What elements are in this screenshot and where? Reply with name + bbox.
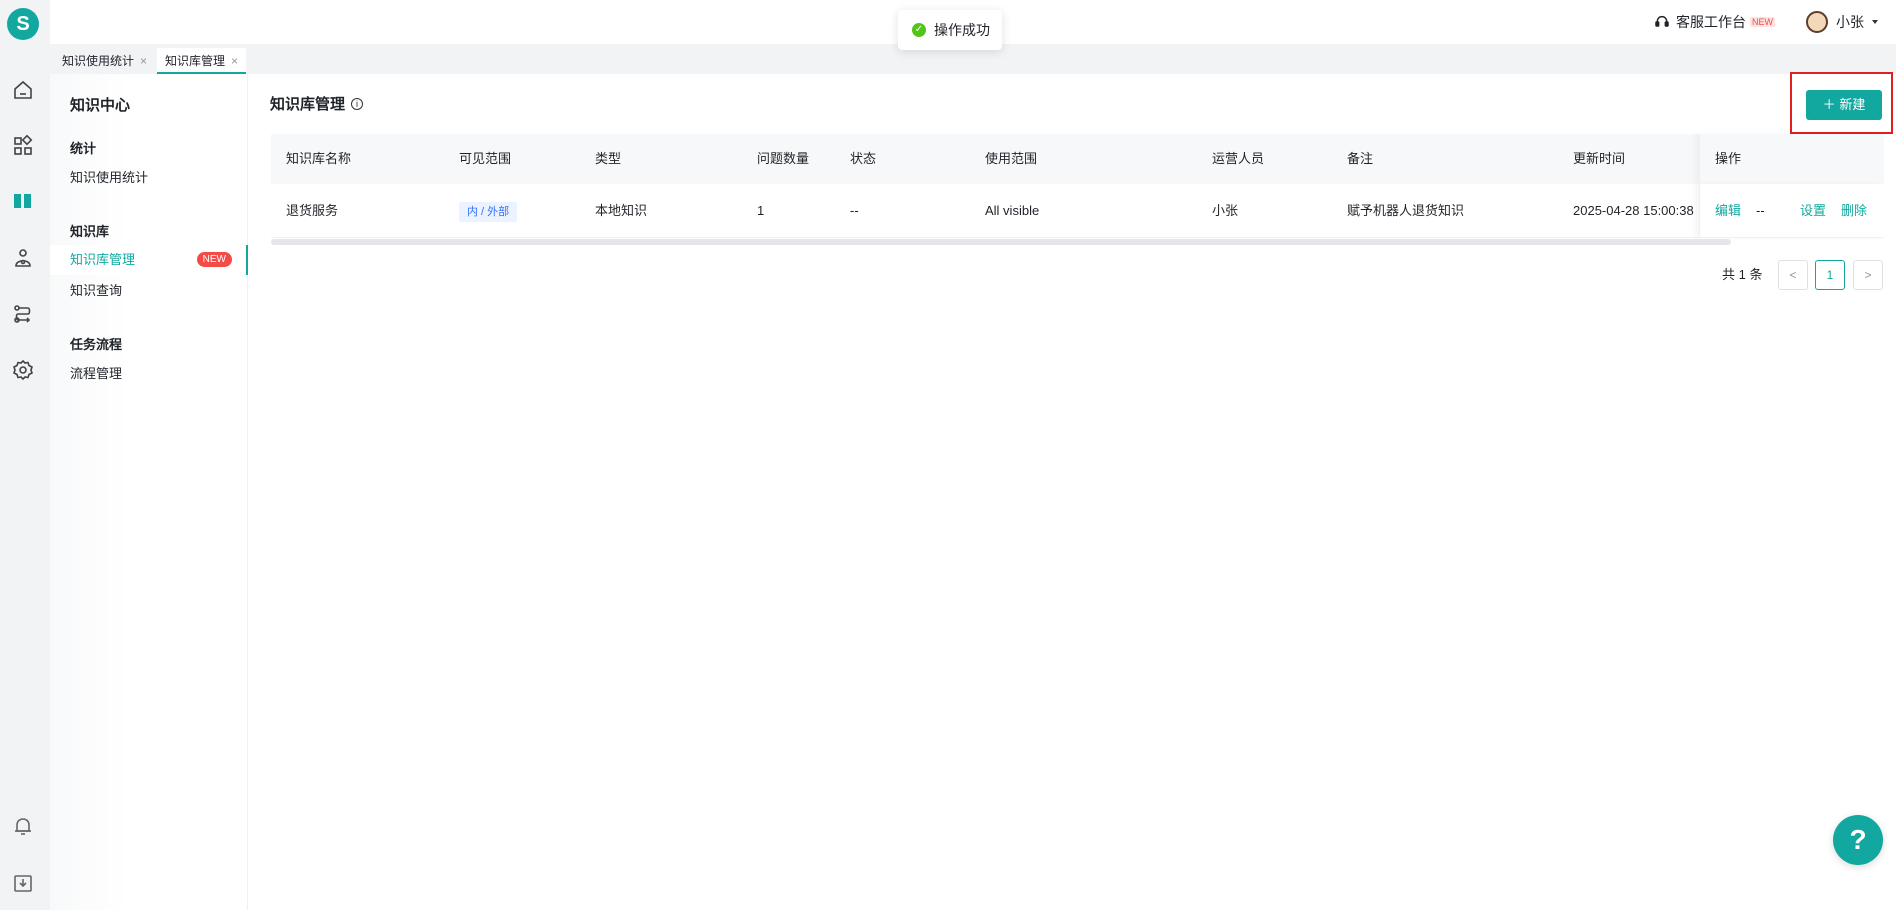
cell-visibility: 内 / 外部 <box>459 184 518 238</box>
sidebar-item-knowledge-base-manage[interactable]: 知识库管理 NEW <box>50 245 248 275</box>
horizontal-scrollbar[interactable] <box>271 239 1731 245</box>
action-dash: -- <box>1756 203 1765 218</box>
home-icon[interactable] <box>11 78 35 102</box>
col-header-actions: 操作 <box>1715 151 1742 166</box>
sidebar-item-label: 知识查询 <box>70 283 123 298</box>
cell-type: 本地知识 <box>595 203 648 218</box>
app-logo: S <box>7 8 39 40</box>
cell-usage-scope: All visible <box>985 203 1040 218</box>
tab-knowledge-stats[interactable]: 知识使用统计 × <box>54 48 156 74</box>
col-header-name: 知识库名称 <box>286 151 352 166</box>
close-icon[interactable]: × <box>231 54 238 68</box>
col-header-question-count: 问题数量 <box>757 151 810 166</box>
cell-remark: 赋予机器人退货知识 <box>1347 203 1465 218</box>
cs-workbench-label: 客服工作台 <box>1676 14 1746 30</box>
tab-label: 知识库管理 <box>165 54 226 68</box>
col-header-remark: 备注 <box>1347 151 1374 166</box>
sidebar-item-knowledge-query[interactable]: 知识查询 <box>50 276 248 306</box>
flow-icon[interactable] <box>11 302 35 326</box>
user-name: 小张 <box>1836 14 1864 30</box>
user-menu[interactable]: 小张 <box>1806 10 1878 34</box>
gear-icon[interactable] <box>11 358 35 382</box>
col-header-usage-scope: 使用范围 <box>985 151 1038 166</box>
sidebar-group-stats: 统计 <box>70 141 97 156</box>
col-header-status: 状态 <box>850 151 877 166</box>
sidebar-item-label: 知识库管理 <box>70 252 136 267</box>
col-header-operator: 运营人员 <box>1212 151 1265 166</box>
pagination-total: 共 1 条 <box>1722 267 1763 282</box>
visibility-tag: 内 / 外部 <box>459 202 518 222</box>
info-icon[interactable]: i <box>351 97 364 110</box>
close-icon[interactable]: × <box>140 54 147 68</box>
pagination-prev[interactable]: < <box>1778 260 1808 290</box>
table-header: 知识库名称 可见范围 类型 问题数量 状态 使用范围 运营人员 备注 更新时间 <box>271 134 1884 184</box>
page-title: 知识库管理 i <box>270 93 364 114</box>
row-actions: 编辑 -- 设置 删除 <box>1699 184 1884 238</box>
sidebar: 知识中心 统计 知识使用统计 知识库 知识库管理 NEW 知识查询 任务流程 流… <box>50 74 248 910</box>
sidebar-item-label: 流程管理 <box>70 366 123 381</box>
cell-operator: 小张 <box>1212 203 1239 218</box>
cell-question-count: 1 <box>757 203 765 218</box>
edit-link[interactable]: 编辑 <box>1715 184 1741 238</box>
cell-name: 退货服务 <box>286 203 339 218</box>
col-header-updated-at: 更新时间 <box>1573 151 1626 166</box>
headset-icon <box>1654 14 1670 30</box>
cs-workbench-link[interactable]: 客服工作台 NEW <box>1654 12 1775 32</box>
pagination-page-1[interactable]: 1 <box>1815 260 1845 290</box>
cs-new-badge: NEW <box>1750 17 1775 27</box>
success-toast: ✓ 操作成功 <box>898 10 1002 50</box>
new-button[interactable]: ＋ 新建 <box>1806 90 1882 120</box>
icon-rail: S <box>0 0 50 910</box>
sidebar-group-task-flow: 任务流程 <box>70 337 123 352</box>
cell-status: -- <box>850 203 859 218</box>
sidebar-item-label: 知识使用统计 <box>70 170 149 185</box>
check-circle-icon: ✓ <box>912 23 926 37</box>
sidebar-title: 知识中心 <box>70 97 131 114</box>
sidebar-item-flow-manage[interactable]: 流程管理 <box>50 359 248 389</box>
plus-icon: ＋ <box>1822 97 1836 112</box>
avatar <box>1806 11 1828 33</box>
sidebar-item-knowledge-stats[interactable]: 知识使用统计 <box>50 163 248 193</box>
pagination-next[interactable]: > <box>1853 260 1883 290</box>
new-button-label: 新建 <box>1839 97 1866 112</box>
help-button[interactable]: ? <box>1833 815 1883 865</box>
col-header-type: 类型 <box>595 151 622 166</box>
col-header-actions-wrap: 操作 <box>1699 134 1884 184</box>
new-badge: NEW <box>196 252 232 267</box>
bell-icon[interactable] <box>11 814 35 838</box>
book-icon[interactable] <box>11 189 35 213</box>
tab-label: 知识使用统计 <box>62 54 135 68</box>
page-title-text: 知识库管理 <box>270 96 346 113</box>
chevron-down-icon <box>1872 20 1878 24</box>
download-icon[interactable] <box>11 871 35 895</box>
delete-link[interactable]: 删除 <box>1841 184 1867 238</box>
settings-link[interactable]: 设置 <box>1800 184 1826 238</box>
sidebar-group-knowledge-base: 知识库 <box>70 224 110 239</box>
tab-knowledge-base-manage[interactable]: 知识库管理 × <box>157 48 247 74</box>
cell-updated-at: 2025-04-28 15:00:38 <box>1573 203 1694 218</box>
robot-icon[interactable] <box>11 246 35 270</box>
apps-grid-icon[interactable] <box>11 134 35 158</box>
table-row: 退货服务 内 / 外部 本地知识 1 -- All visible 小张 赋予机… <box>271 184 1884 238</box>
col-header-visibility: 可见范围 <box>459 151 512 166</box>
toast-message: 操作成功 <box>934 22 990 38</box>
